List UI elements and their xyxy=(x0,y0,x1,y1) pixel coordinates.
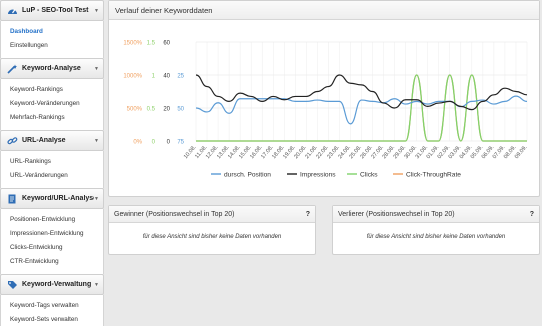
verlierer-empty-message: für diese Ansicht sind bisher keine Date… xyxy=(366,234,506,240)
nav-url-veraenderungen[interactable]: URL-Veränderungen xyxy=(1,169,103,183)
nav-dashboard[interactable]: Dashboard xyxy=(1,25,103,39)
legend-label: dursch. Position xyxy=(224,172,271,179)
sidebar-section-keyword-verwaltung: Keyword-Verwaltung ▼ Keyword-Tags verwal… xyxy=(0,274,104,326)
link-icon xyxy=(6,136,18,146)
nav-positionen-entwicklung[interactable]: Positionen-Entwicklung xyxy=(1,213,103,227)
keyword-url-analyse-menu: Positionen-Entwicklung Impressionen-Entw… xyxy=(0,209,104,274)
axis-tick-label: 75 xyxy=(177,140,184,146)
chevron-down-icon: ▼ xyxy=(94,195,99,202)
keyword-analyse-title: Keyword-Analyse xyxy=(22,65,81,72)
axis-tick-label: 25 xyxy=(177,74,184,80)
gewinner-empty-message: für diese Ansicht sind bisher keine Date… xyxy=(142,234,282,240)
sidebar-section-keyword-url-analyse: Keyword/URL-Analyse ▼ Positionen-Entwick… xyxy=(0,188,104,274)
project-header[interactable]: LuP - SEO-Tool Test ▼ xyxy=(0,0,104,21)
chevron-down-icon: ▼ xyxy=(94,65,99,72)
axis-tick-label: 1 xyxy=(152,74,156,80)
legend-label: Clicks xyxy=(360,172,378,179)
keyword-url-analyse-header[interactable]: Keyword/URL-Analyse ▼ xyxy=(0,188,104,209)
nav-mehrfach-rankings[interactable]: Mehrfach-Rankings xyxy=(1,111,103,125)
help-icon[interactable]: ? xyxy=(530,206,534,222)
sidebar-section-keyword-analyse: Keyword-Analyse ▼ Keyword-Rankings Keywo… xyxy=(0,58,104,130)
nav-einstellungen[interactable]: Einstellungen xyxy=(1,39,103,53)
help-icon[interactable]: ? xyxy=(306,206,310,222)
sidebar-section-project: LuP - SEO-Tool Test ▼ Dashboard Einstell… xyxy=(0,0,104,58)
url-analyse-header[interactable]: URL-Analyse ▼ xyxy=(0,130,104,151)
nav-clicks-entwicklung[interactable]: Clicks-Entwicklung xyxy=(1,241,103,255)
keyword-analyse-header[interactable]: Keyword-Analyse ▼ xyxy=(0,58,104,79)
keyword-verwaltung-title: Keyword-Verwaltung xyxy=(22,281,92,288)
axis-tick-label: 0 xyxy=(152,140,156,146)
axis-tick-label: 20 xyxy=(163,107,170,113)
chevron-down-icon: ▼ xyxy=(94,137,99,144)
keyword-verwaltung-header[interactable]: Keyword-Verwaltung ▼ xyxy=(0,274,104,295)
keyword-analyse-menu: Keyword-Rankings Keyword-Veränderungen M… xyxy=(0,79,104,130)
nav-keyword-sets-verwalten[interactable]: Keyword-Sets verwalten xyxy=(1,313,103,326)
keyword-url-analyse-title: Keyword/URL-Analyse xyxy=(22,195,95,202)
nav-keyword-rankings[interactable]: Keyword-Rankings xyxy=(1,83,103,97)
nav-url-rankings[interactable]: URL-Rankings xyxy=(1,155,103,169)
gewinner-title: Gewinner (Positionswechsel in Top 20) xyxy=(114,211,235,218)
verlierer-panel: Verlierer (Positionswechsel in Top 20)? … xyxy=(332,205,540,255)
sidebar: LuP - SEO-Tool Test ▼ Dashboard Einstell… xyxy=(0,0,104,326)
axis-tick-label: 500% xyxy=(127,107,143,113)
legend-label: Click-ThroughRate xyxy=(406,172,461,179)
url-analyse-title: URL-Analyse xyxy=(22,137,66,144)
keyword-history-chart: 1500%1000%500%0%1.510.50604020025507510.… xyxy=(123,41,529,179)
legend-label: Impressions xyxy=(300,172,336,179)
sidebar-section-url-analyse: URL-Analyse ▼ URL-Rankings URL-Veränderu… xyxy=(0,130,104,188)
axis-tick-label: 0% xyxy=(133,140,142,146)
keyword-verwaltung-menu: Keyword-Tags verwalten Keyword-Sets verw… xyxy=(0,295,104,326)
axis-tick-label: 0.5 xyxy=(147,107,156,113)
keyword-history-panel: Verlauf deiner Keyworddaten 1500% 1000% 50… xyxy=(108,0,540,197)
verlierer-title: Verlierer (Positionswechsel in Top 20) xyxy=(338,211,455,218)
axis-tick-label: 1000% xyxy=(123,74,142,80)
chevron-down-icon: ▼ xyxy=(94,7,99,14)
project-title: LuP - SEO-Tool Test xyxy=(22,7,89,14)
chevron-down-icon: ▼ xyxy=(94,281,99,288)
gewinner-panel: Gewinner (Positionswechsel in Top 20)? f… xyxy=(108,205,316,255)
magic-wand-icon xyxy=(6,64,18,74)
nav-ctr-entwicklung[interactable]: CTR-Entwicklung xyxy=(1,255,103,269)
dashboard-gauge-icon xyxy=(6,6,18,16)
x-tick-label: 09.09. xyxy=(514,144,529,160)
tag-icon xyxy=(6,280,18,290)
nav-keyword-veraenderungen[interactable]: Keyword-Veränderungen xyxy=(1,97,103,111)
nav-impressionen-entwicklung[interactable]: Impressionen-Entwicklung xyxy=(1,227,103,241)
url-analyse-menu: URL-Rankings URL-Veränderungen xyxy=(0,151,104,188)
axis-tick-label: 60 xyxy=(163,41,170,47)
axis-tick-label: 40 xyxy=(163,74,170,80)
project-menu: Dashboard Einstellungen xyxy=(0,21,104,58)
axis-tick-label: 1.5 xyxy=(147,41,156,47)
axis-tick-label: 50 xyxy=(177,107,184,113)
chart-panel-title: Verlauf deiner Keyworddaten xyxy=(109,1,539,20)
document-icon xyxy=(6,194,18,204)
axis-tick-label: 0 xyxy=(167,140,171,146)
nav-keyword-tags-verwalten[interactable]: Keyword-Tags verwalten xyxy=(1,299,103,313)
axis-tick-label: 1500% xyxy=(123,41,142,47)
